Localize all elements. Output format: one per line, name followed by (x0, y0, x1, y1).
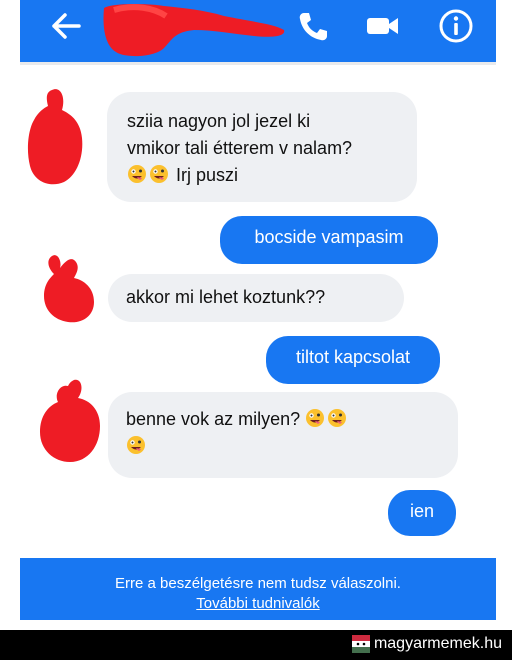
message-line: Irj puszi (127, 162, 397, 189)
redacted-avatar (40, 379, 100, 462)
crazy-face-emoji-icon (127, 436, 145, 454)
cannot-reply-banner: Erre a beszélgetésre nem tudsz válaszoln… (20, 558, 496, 620)
watermark-bar: magyarmemek.hu (0, 630, 512, 660)
outgoing-message: ien (388, 490, 456, 536)
incoming-message: sziia nagyon jol jezel ki vmikor tali ét… (107, 92, 417, 202)
redacted-avatar (44, 255, 94, 323)
crazy-face-emoji-icon (150, 165, 168, 183)
message-text: benne vok az milyen? (126, 409, 301, 429)
outgoing-message: bocside vampasim (220, 216, 438, 264)
redacted-contact-name (103, 4, 285, 57)
message-line: benne vok az milyen? (126, 406, 440, 433)
chat-header (20, 0, 496, 65)
hungarian-flag-face-icon (351, 635, 370, 653)
message-line (126, 433, 440, 460)
message-line: sziia nagyon jol jezel ki (127, 111, 311, 131)
message-line: vmikor tali étterem v nalam? (127, 138, 353, 158)
outgoing-message: tiltot kapcsolat (266, 336, 440, 384)
incoming-message: akkor mi lehet koztunk?? (108, 274, 404, 322)
video-camera-icon[interactable] (364, 12, 402, 40)
redacted-avatar (27, 89, 83, 185)
phone-icon[interactable] (296, 10, 330, 44)
message-text: Irj puszi (176, 165, 239, 185)
banner-text: Erre a beszélgetésre nem tudsz válaszoln… (115, 575, 401, 592)
arrow-left-icon[interactable] (50, 12, 82, 40)
chat-screen: sziia nagyon jol jezel ki vmikor tali ét… (20, 0, 496, 620)
incoming-message: benne vok az milyen? (108, 392, 458, 478)
crazy-face-emoji-icon (306, 409, 325, 427)
info-icon[interactable] (438, 8, 474, 44)
crazy-face-emoji-icon (128, 165, 146, 183)
crazy-face-emoji-icon (328, 409, 347, 427)
watermark-text: magyarmemek.hu (373, 635, 502, 652)
watermark: magyarmemek.hu (351, 635, 502, 653)
learn-more-link[interactable]: További tudnivalók (20, 594, 496, 614)
